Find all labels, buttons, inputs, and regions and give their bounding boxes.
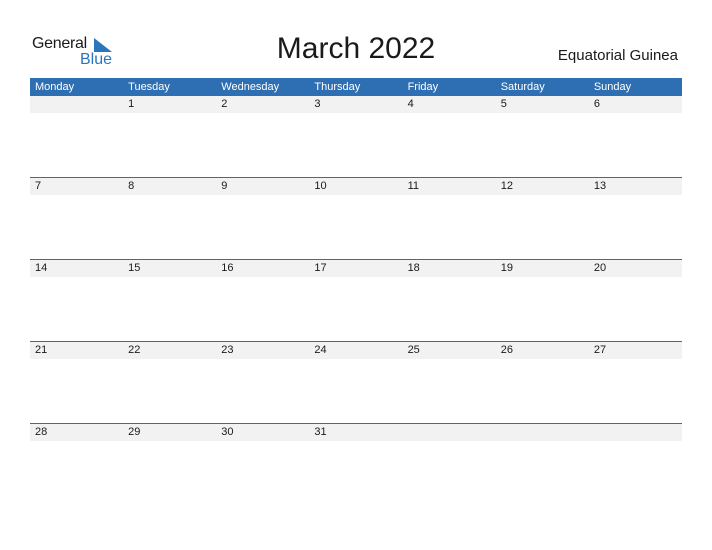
day-cell: 13 bbox=[593, 180, 607, 192]
day-cell: 29 bbox=[128, 426, 141, 438]
day-cell: 14 bbox=[35, 262, 48, 274]
week-row: 21 22 23 24 25 26 27 bbox=[30, 341, 682, 423]
day-cell: 24 bbox=[314, 344, 327, 356]
week-row: 1 2 3 4 5 6 bbox=[30, 96, 682, 177]
day-cell: 30 bbox=[221, 426, 234, 438]
day-cell: 4 bbox=[407, 98, 414, 110]
day-cell: 26 bbox=[500, 344, 513, 356]
weekday-tuesday: Tuesday bbox=[128, 81, 170, 93]
day-cell bbox=[30, 96, 123, 113]
day-cell: 16 bbox=[221, 262, 234, 274]
day-cell: 18 bbox=[407, 262, 420, 274]
day-cell: 1 bbox=[128, 98, 135, 110]
day-cell: 9 bbox=[221, 180, 228, 192]
day-cell: 17 bbox=[314, 262, 327, 274]
country-name: Equatorial Guinea bbox=[557, 47, 678, 64]
weekday-saturday: Saturday bbox=[500, 81, 545, 93]
weekday-friday: Friday bbox=[407, 81, 439, 93]
day-cell: 21 bbox=[35, 344, 48, 356]
day-cell: 11 bbox=[407, 180, 419, 192]
day-cell bbox=[403, 424, 496, 441]
day-cell: 2 bbox=[221, 98, 228, 110]
day-cell: 5 bbox=[500, 98, 507, 110]
week-row: 7 8 9 10 11 12 13 bbox=[30, 177, 682, 259]
day-cell: 12 bbox=[500, 180, 513, 192]
week-row: 28 29 30 31 bbox=[30, 423, 682, 505]
calendar-grid: Monday Tuesday Wednesday Thursday Friday… bbox=[30, 78, 682, 505]
weekday-header-row: Monday Tuesday Wednesday Thursday Friday… bbox=[30, 78, 682, 96]
day-cell: 25 bbox=[407, 344, 420, 356]
day-cell: 23 bbox=[221, 344, 234, 356]
day-cell: 15 bbox=[128, 262, 141, 274]
day-cell: 10 bbox=[314, 180, 327, 192]
day-cell: 7 bbox=[35, 180, 42, 192]
weekday-wednesday: Wednesday bbox=[221, 81, 280, 93]
week-row: 14 15 16 17 18 19 20 bbox=[30, 259, 682, 341]
day-cell: 28 bbox=[35, 426, 48, 438]
weekday-sunday: Sunday bbox=[593, 81, 632, 93]
day-cell: 6 bbox=[593, 98, 600, 110]
day-cell: 8 bbox=[128, 180, 135, 192]
weekday-monday: Monday bbox=[35, 81, 75, 93]
day-cell: 27 bbox=[593, 344, 607, 356]
day-cell: 22 bbox=[128, 344, 141, 356]
weekday-thursday: Thursday bbox=[314, 81, 361, 93]
day-cell: 31 bbox=[314, 426, 327, 438]
day-cell: 20 bbox=[593, 262, 607, 274]
day-cell: 19 bbox=[500, 262, 513, 274]
day-cell: 3 bbox=[314, 98, 321, 110]
day-cell bbox=[496, 424, 589, 441]
day-cell bbox=[589, 424, 682, 441]
